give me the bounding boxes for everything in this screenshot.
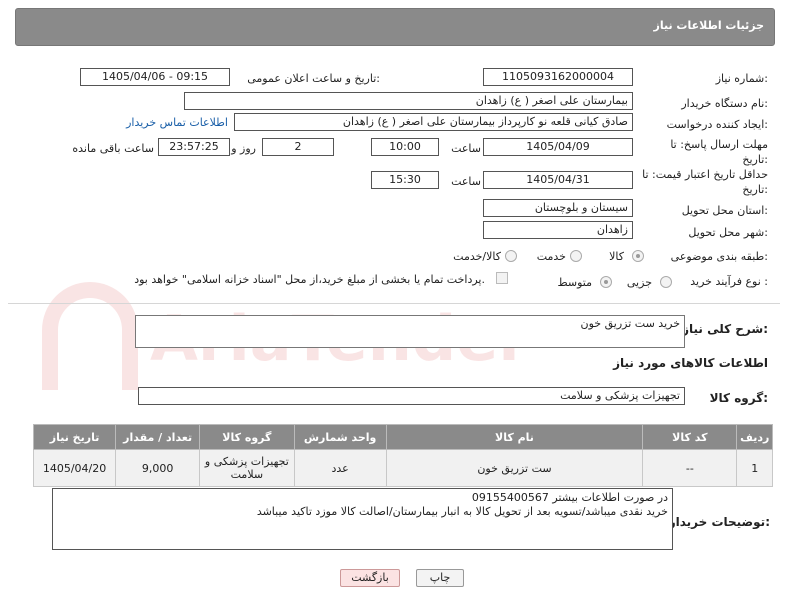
treasury-checkbox[interactable]: [496, 272, 508, 284]
reply-time-label: ساعت: [451, 142, 481, 155]
category-option-goods-service: کالا/خدمت: [453, 250, 501, 263]
goods-section-title: اطلاعات کالاهای مورد نیاز: [613, 356, 768, 370]
cell-group: تجهیزات پزشکی و سلامت: [199, 449, 295, 487]
goods-table: تاریخ نیاز تعداد / مقدار گروه کالا واحد …: [32, 424, 773, 487]
print-button[interactable]: چاپ: [416, 569, 464, 587]
category-radio-goods-service[interactable]: [505, 250, 517, 262]
process-radio-minor[interactable]: [660, 276, 672, 288]
back-button[interactable]: بازگشت: [340, 569, 400, 587]
city-label: شهر محل تحویل:: [688, 226, 768, 239]
reply-deadline-label: مهلت ارسال پاسخ: تا تاریخ:: [670, 138, 768, 166]
page-header: جزئیات اطلاعات نیاز: [15, 8, 775, 46]
process-label: نوع فرآیند خرید :: [690, 275, 768, 288]
summary-field: خرید ست تزریق خون: [135, 315, 685, 348]
remaining-label: ساعت باقی مانده: [72, 142, 154, 155]
reply-date-field: 1405/04/09: [483, 138, 633, 156]
days-label: روز و: [231, 142, 256, 155]
category-option-service: خدمت: [536, 250, 566, 263]
price-validity-label: حداقل تاریخ اعتبار قیمت: تا تاریخ:: [642, 168, 768, 196]
need-number-label: شماره نیاز:: [715, 72, 768, 85]
cell-quantity: 9,000: [115, 449, 201, 487]
requester-label: ایجاد کننده درخواست:: [666, 118, 768, 131]
category-label: طبقه بندی موضوعی:: [670, 250, 768, 263]
cell-row: 1: [736, 449, 773, 487]
process-option-medium: متوسط: [557, 276, 592, 289]
buyer-notes-line2: خرید نقدی میباشد/تسویه بعد از تحویل کالا…: [256, 505, 668, 518]
buyer-org-field: بیمارستان علی اصغر ( ع) زاهدان: [184, 92, 633, 110]
buyer-contact-link[interactable]: اطلاعات تماس خریدار: [126, 116, 228, 129]
table-row: 1405/04/20 9,000 تجهیزات پزشکی و سلامت ع…: [32, 449, 773, 487]
buyer-notes-line1: در صورت اطلاعات بیشتر 09155400567: [471, 491, 668, 504]
cell-need-date: 1405/04/20: [32, 449, 117, 487]
days-field: 2: [262, 138, 334, 156]
goods-group-field: تجهیزات پزشکی و سلامت: [138, 387, 685, 405]
announce-label: تاریخ و ساعت اعلان عمومی:: [247, 72, 380, 85]
col-quantity: تعداد / مقدار: [115, 424, 201, 450]
category-option-goods: کالا: [609, 250, 624, 263]
province-field: سیستان و بلوچستان: [483, 199, 633, 217]
summary-label: شرح کلی نیاز:: [682, 322, 768, 336]
price-validity-time-label: ساعت: [451, 175, 481, 188]
price-validity-date-field: 1405/04/31: [483, 171, 633, 189]
page-title: جزئیات اطلاعات نیاز: [653, 19, 765, 32]
remaining-time-field: 23:57:25: [158, 138, 230, 156]
province-label: استان محل تحویل:: [681, 204, 768, 217]
section-divider: [8, 303, 780, 304]
city-field: زاهدان: [483, 221, 633, 239]
treasury-note: پرداخت تمام یا بخشی از مبلغ خرید،از محل …: [134, 273, 485, 286]
need-number-field: 1105093162000004: [483, 68, 633, 86]
cell-item-code: --: [642, 449, 738, 487]
cell-item-name: ست تزریق خون: [385, 449, 644, 487]
goods-group-label: گروه کالا:: [709, 391, 768, 405]
price-validity-time-field: 15:30: [371, 171, 439, 189]
buyer-notes-label: توضیحات خریدار:: [668, 515, 770, 529]
col-item-name: نام کالا: [385, 424, 644, 450]
reply-time-field: 10:00: [371, 138, 439, 156]
buyer-notes-field: در صورت اطلاعات بیشتر 09155400567 خرید ن…: [52, 488, 673, 550]
process-radio-medium[interactable]: [600, 276, 612, 288]
col-row: ردیف: [736, 424, 773, 450]
col-unit: واحد شمارش: [293, 424, 387, 450]
process-option-minor: جزیی: [626, 276, 652, 289]
category-radio-goods[interactable]: [632, 250, 644, 262]
announce-field: 1405/04/06 - 09:15: [80, 68, 230, 86]
cell-unit: عدد: [293, 449, 387, 487]
buyer-org-label: نام دستگاه خریدار:: [681, 97, 768, 110]
col-group: گروه کالا: [199, 424, 295, 450]
category-radio-service[interactable]: [570, 250, 582, 262]
col-item-code: کد کالا: [642, 424, 738, 450]
requester-field: صادق کیانی قلعه نو کارپرداز بیمارستان عل…: [234, 113, 633, 131]
col-need-date: تاریخ نیاز: [32, 424, 117, 450]
